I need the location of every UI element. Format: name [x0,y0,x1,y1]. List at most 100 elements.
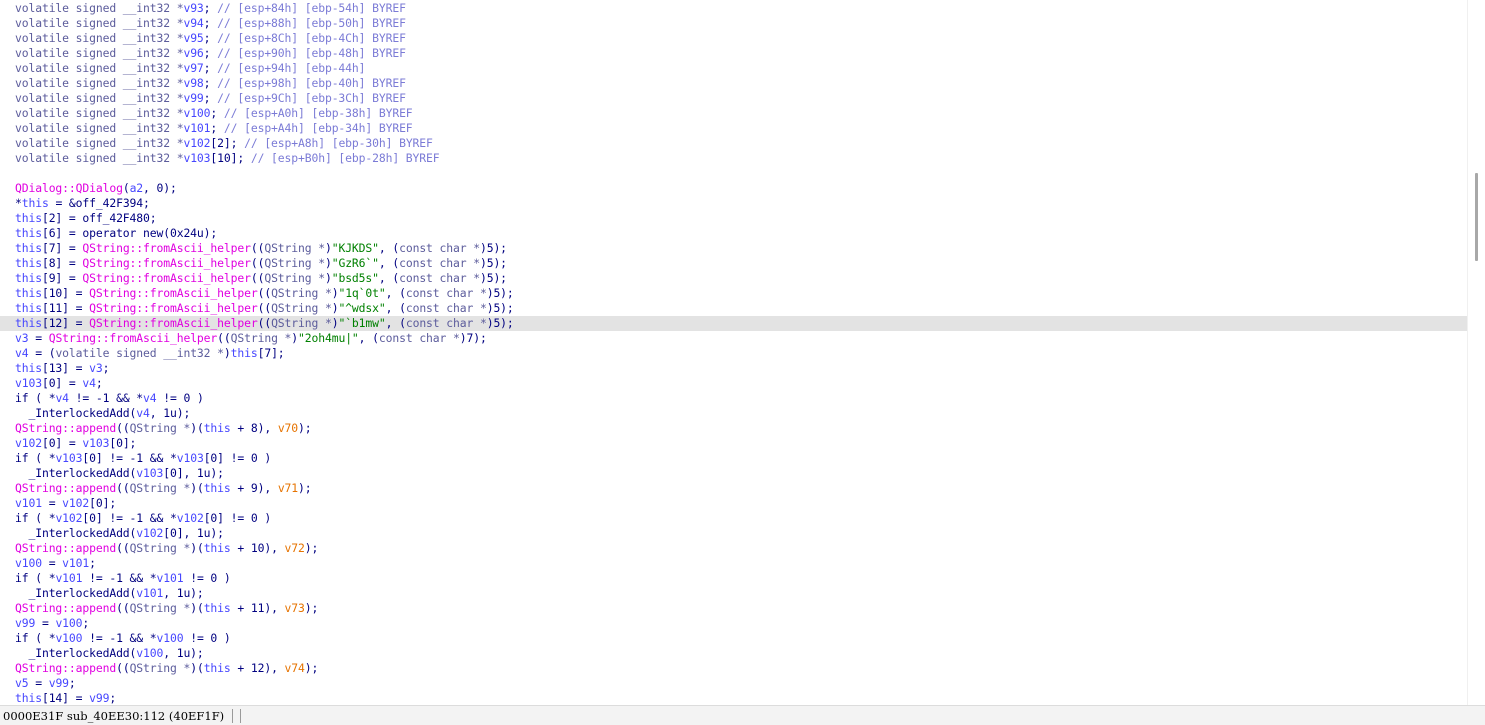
code-line[interactable]: this[2] = off_42F480; [0,211,1467,226]
code-token-var[interactable]: v101 [157,571,184,585]
code-line[interactable]: this[13] = v3; [0,361,1467,376]
code-line-current[interactable]: this[12] = QString::fromAscii_helper((QS… [0,316,1467,331]
code-token-var[interactable]: v102 [55,511,82,525]
code-token-var[interactable]: v100 [183,106,210,120]
code-token-var[interactable]: this [15,316,42,330]
code-token-var[interactable]: this [204,541,231,555]
vertical-scrollbar[interactable] [1467,0,1485,705]
code-token-fn[interactable]: QDialog::QDialog [15,181,123,195]
code-token-var[interactable]: v103 [136,466,163,480]
code-token-var[interactable]: v99 [49,676,69,690]
code-line[interactable]: v103[0] = v4; [0,376,1467,391]
code-token-fn[interactable]: QString::fromAscii_helper [89,316,258,330]
code-token-var[interactable]: v99 [15,616,35,630]
code-line[interactable]: _InterlockedAdd(v101, 1u); [0,586,1467,601]
code-token-var[interactable]: this [204,661,231,675]
code-token-var[interactable]: v95 [183,31,203,45]
code-token-var[interactable]: v4 [136,406,150,420]
code-line[interactable]: this[9] = QString::fromAscii_helper((QSt… [0,271,1467,286]
code-line[interactable]: this[10] = QString::fromAscii_helper((QS… [0,286,1467,301]
code-line[interactable]: volatile signed __int32 *v94; // [esp+88… [0,16,1467,31]
code-token-var[interactable]: this [204,601,231,615]
code-token-fn[interactable]: QString::append [15,481,116,495]
code-line[interactable]: v5 = v99; [0,676,1467,691]
code-token-var[interactable]: v101 [15,496,42,510]
code-token-var[interactable]: v101 [62,556,89,570]
code-token-var[interactable]: v102 [136,526,163,540]
code-token-var[interactable]: v102 [177,511,204,525]
code-line[interactable]: this[6] = operator new(0x24u); [0,226,1467,241]
code-token-var[interactable]: this [15,361,42,375]
code-token-fn[interactable]: QString::fromAscii_helper [82,256,251,270]
code-line[interactable]: v102[0] = v103[0]; [0,436,1467,451]
code-line[interactable]: volatile signed __int32 *v100; // [esp+A… [0,106,1467,121]
code-token-var[interactable]: a2 [130,181,144,195]
code-line[interactable]: if ( *v4 != -1 && *v4 != 0 ) [0,391,1467,406]
code-token-var[interactable]: this [15,691,42,705]
code-token-var[interactable]: v4 [15,346,29,360]
code-token-fn[interactable]: QString::append [15,661,116,675]
code-line[interactable]: volatile signed __int32 *v103[10]; // [e… [0,151,1467,166]
code-token-var[interactable]: this [15,286,42,300]
code-token-var[interactable]: v100 [55,616,82,630]
code-token-var[interactable]: this [15,256,42,270]
code-token-fn[interactable]: QString::fromAscii_helper [82,241,251,255]
code-line[interactable]: _InterlockedAdd(v103[0], 1u); [0,466,1467,481]
code-line[interactable]: volatile signed __int32 *v95; // [esp+8C… [0,31,1467,46]
code-line[interactable]: v100 = v101; [0,556,1467,571]
code-token-var[interactable]: v3 [15,331,29,345]
code-line[interactable]: volatile signed __int32 *v101; // [esp+A… [0,121,1467,136]
code-line[interactable]: QString::append((QString *)(this + 10), … [0,541,1467,556]
code-token-var[interactable]: v103 [55,451,82,465]
code-token-fn[interactable]: QString::fromAscii_helper [89,286,258,300]
code-token-var[interactable]: v102 [15,436,42,450]
code-token-var[interactable]: v99 [89,691,109,705]
code-token-var[interactable]: v102 [183,136,210,150]
code-token-var[interactable]: v103 [82,436,109,450]
code-token-fn[interactable]: QString::fromAscii_helper [82,271,251,285]
code-line[interactable]: volatile signed __int32 *v96; // [esp+90… [0,46,1467,61]
code-token-fn[interactable]: QString::append [15,601,116,615]
code-token-var[interactable]: v4 [143,391,157,405]
code-token-var[interactable]: v103 [183,151,210,165]
code-token-var[interactable]: v100 [55,631,82,645]
code-token-var[interactable]: this [15,241,42,255]
code-token-var[interactable]: v100 [157,631,184,645]
code-token-var[interactable]: this [15,226,42,240]
pseudocode-view[interactable]: volatile signed __int32 *v93; // [esp+84… [0,0,1467,705]
code-line[interactable]: v3 = QString::fromAscii_helper((QString … [0,331,1467,346]
code-line[interactable]: this[8] = QString::fromAscii_helper((QSt… [0,256,1467,271]
code-token-arg[interactable]: v70 [278,421,298,435]
code-line[interactable]: this[11] = QString::fromAscii_helper((QS… [0,301,1467,316]
code-line[interactable]: _InterlockedAdd(v102[0], 1u); [0,526,1467,541]
code-token-fn[interactable]: QString::append [15,421,116,435]
code-token-var[interactable]: v97 [183,61,203,75]
code-line[interactable]: if ( *v103[0] != -1 && *v103[0] != 0 ) [0,451,1467,466]
code-line[interactable]: volatile signed __int32 *v93; // [esp+84… [0,1,1467,16]
code-token-fn[interactable]: QString::fromAscii_helper [49,331,218,345]
code-line[interactable]: this[14] = v99; [0,691,1467,705]
code-line[interactable]: QString::append((QString *)(this + 12), … [0,661,1467,676]
code-token-var[interactable]: v102 [62,496,89,510]
code-token-var[interactable]: this [22,196,49,210]
code-line[interactable]: QString::append((QString *)(this + 11), … [0,601,1467,616]
code-line[interactable]: _InterlockedAdd(v100, 1u); [0,646,1467,661]
code-token-var[interactable]: v4 [82,376,96,390]
code-token-var[interactable]: v3 [89,361,103,375]
code-token-var[interactable]: v94 [183,16,203,30]
code-line[interactable]: volatile signed __int32 *v97; // [esp+94… [0,61,1467,76]
code-token-var[interactable]: this [15,301,42,315]
code-token-var[interactable]: v101 [183,121,210,135]
code-line[interactable]: v101 = v102[0]; [0,496,1467,511]
code-line[interactable]: if ( *v101 != -1 && *v101 != 0 ) [0,571,1467,586]
code-token-arg[interactable]: v73 [285,601,305,615]
code-line[interactable]: QString::append((QString *)(this + 9), v… [0,481,1467,496]
code-token-var[interactable]: v99 [183,91,203,105]
code-line[interactable]: this[7] = QString::fromAscii_helper((QSt… [0,241,1467,256]
code-token-var[interactable]: v103 [177,451,204,465]
code-line[interactable]: if ( *v102[0] != -1 && *v102[0] != 0 ) [0,511,1467,526]
code-line[interactable]: volatile signed __int32 *v99; // [esp+9C… [0,91,1467,106]
code-token-var[interactable]: v100 [15,556,42,570]
code-token-var[interactable]: v101 [55,571,82,585]
code-line[interactable]: if ( *v100 != -1 && *v100 != 0 ) [0,631,1467,646]
